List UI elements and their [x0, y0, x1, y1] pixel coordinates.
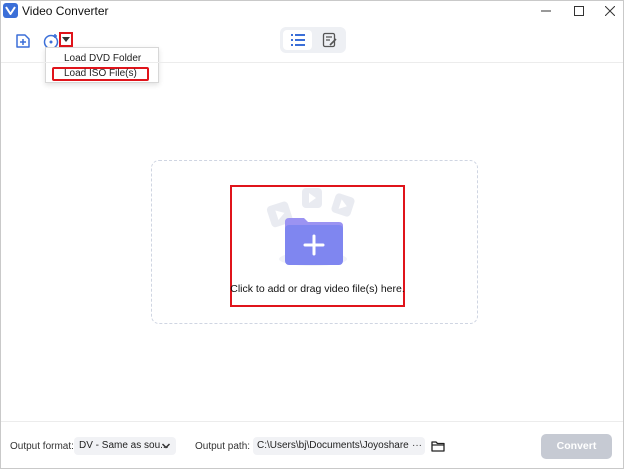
app-window: Video Converter Load DVD Folder Load ISO…	[0, 0, 624, 469]
output-format-label: Output format:	[10, 441, 74, 452]
output-path-field[interactable]: C:\Users\bj\Documents\Joyoshare VidiK ··…	[253, 437, 425, 455]
folder-icon	[430, 440, 445, 452]
output-path-value: C:\Users\bj\Documents\Joyoshare VidiK	[257, 440, 409, 451]
add-file-button[interactable]	[14, 32, 32, 50]
minimize-button[interactable]	[531, 1, 561, 21]
add-file-icon	[16, 34, 30, 48]
minimize-icon	[541, 10, 551, 12]
output-format-value: DV - Same as sou...	[79, 440, 169, 451]
maximize-icon	[574, 6, 584, 16]
close-icon	[605, 6, 615, 16]
add-folder-icon	[266, 188, 355, 266]
toolbar-divider	[1, 62, 623, 63]
dvd-dropdown-menu: Load DVD Folder Load ISO File(s)	[45, 47, 159, 83]
maximize-button[interactable]	[564, 1, 594, 21]
list-view-icon	[290, 34, 305, 46]
output-path-label: Output path:	[195, 441, 251, 452]
app-logo-icon	[3, 3, 18, 18]
title-bar: Video Converter	[1, 1, 623, 21]
convert-button[interactable]: Convert	[541, 434, 612, 459]
open-folder-button[interactable]	[430, 438, 445, 453]
bottom-divider	[1, 421, 623, 422]
detail-view-button[interactable]	[315, 30, 344, 50]
detail-view-icon	[322, 32, 337, 48]
menu-item-load-iso-files[interactable]: Load ISO File(s)	[52, 67, 149, 81]
triangle-down-icon	[62, 36, 70, 42]
dvd-dropdown-button[interactable]	[59, 32, 73, 47]
window-title: Video Converter	[22, 4, 109, 18]
view-toggle	[280, 27, 346, 53]
close-button[interactable]	[595, 1, 624, 21]
list-view-button[interactable]	[283, 30, 312, 50]
output-format-select[interactable]: DV - Same as sou...	[74, 437, 176, 455]
more-options-icon[interactable]: ···	[412, 437, 422, 455]
drop-zone-hint: Click to add or drag video file(s) here.	[230, 283, 405, 295]
menu-item-load-dvd-folder[interactable]: Load DVD Folder	[52, 52, 153, 66]
chevron-down-icon	[161, 443, 171, 449]
